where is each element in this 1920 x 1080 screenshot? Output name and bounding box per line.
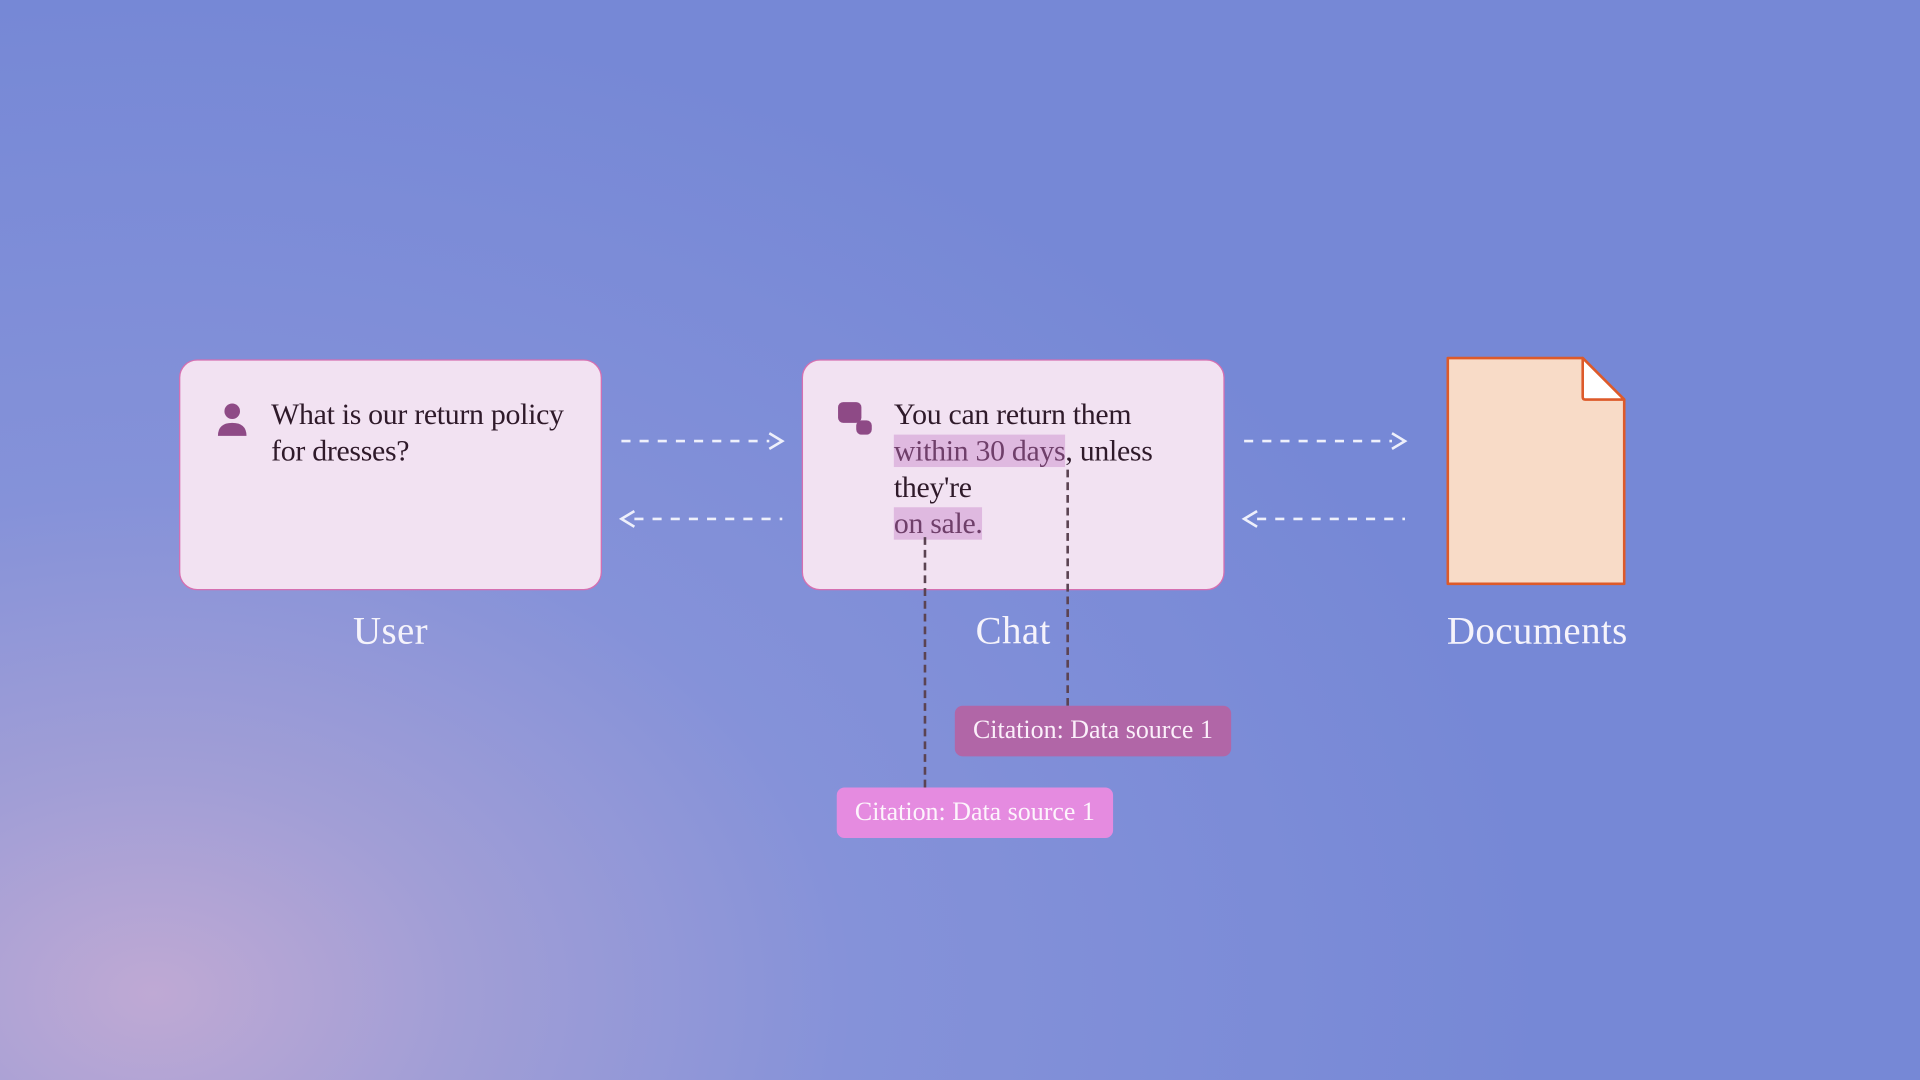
documents-icon — [1440, 350, 1632, 591]
citation-badge-1: Citation: Data source 1 — [955, 706, 1231, 757]
citation-connector-1 — [1066, 470, 1069, 706]
diagram-stage: What is our return policy for dresses? U… — [0, 0, 1920, 1079]
user-icon — [211, 397, 253, 439]
chat-icon — [834, 397, 876, 439]
citation-badge-2: Citation: Data source 1 — [837, 787, 1113, 838]
arrow-user-to-chat — [616, 431, 787, 452]
citation-connector-2 — [924, 537, 927, 787]
user-card: What is our return policy for dresses? — [179, 359, 602, 590]
arrow-chat-to-docs — [1239, 431, 1410, 452]
arrow-docs-to-chat — [1239, 509, 1410, 530]
chat-label: Chat — [802, 610, 1225, 654]
user-message-text: What is our return policy for dresses? — [271, 397, 564, 470]
chat-card: You can return them within 30 days, unle… — [802, 359, 1225, 590]
chat-text-prefix: You can return them — [894, 398, 1131, 430]
arrow-chat-to-user — [616, 509, 787, 530]
documents-label: Documents — [1326, 610, 1749, 654]
user-label: User — [179, 610, 602, 654]
chat-highlight-2: on sale. — [894, 507, 983, 539]
chat-response-text: You can return them within 30 days, unle… — [894, 397, 1187, 543]
chat-highlight-1: within 30 days — [894, 435, 1066, 467]
